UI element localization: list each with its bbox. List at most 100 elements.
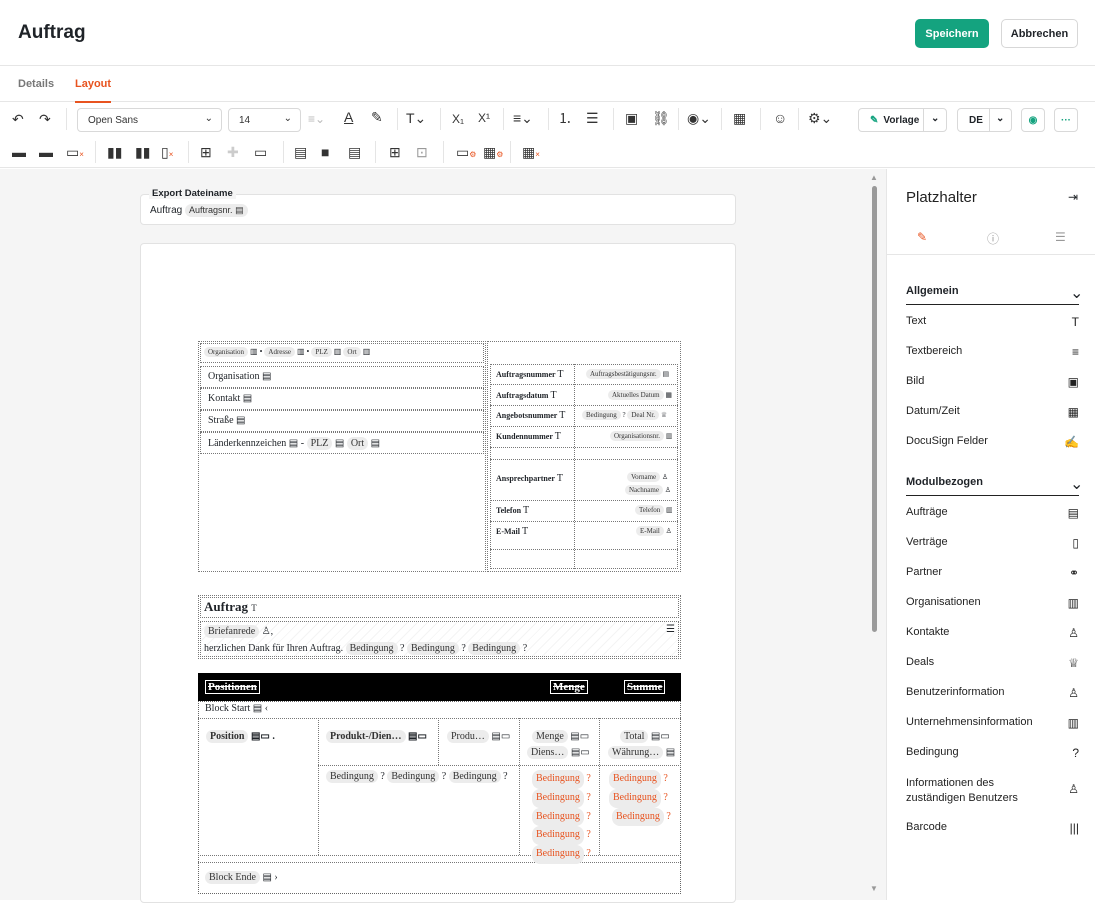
panel-section-modulbezogen[interactable]: Modulbezogen: [906, 476, 1079, 496]
delete-row-icon[interactable]: ▭×: [66, 144, 84, 163]
table-footer-icon[interactable]: ▤: [348, 144, 361, 160]
cell-props-icon[interactable]: ▭⚙: [456, 144, 476, 163]
placeholder-item[interactable]: Informationen des zuständigen Benutzers ♙: [906, 776, 1079, 806]
block-end[interactable]: Block Ende ▤ ›: [205, 871, 278, 884]
line-height-icon[interactable]: ≡⌄: [308, 111, 325, 127]
scrollbar[interactable]: [872, 186, 877, 632]
emoji-icon[interactable]: ☺: [773, 110, 787, 126]
info-tab-icon[interactable]: ⓘ: [987, 230, 999, 247]
salutation[interactable]: Briefanrede ♙,: [204, 625, 273, 638]
placeholder-item-icon: ⚭: [1068, 566, 1079, 580]
placeholder-item[interactable]: Benutzerinformation ♙: [906, 686, 1079, 700]
highlight-icon[interactable]: ✎: [371, 109, 383, 125]
placeholder-item[interactable]: Bedingung?: [906, 746, 1079, 760]
placeholder-item-label: DocuSign Felder: [906, 435, 988, 447]
insert-col-left-icon[interactable]: ▮▮: [107, 144, 122, 160]
placeholder-item-label: Organisationen: [906, 596, 981, 608]
delete-col-icon[interactable]: ▯×: [161, 144, 173, 163]
bullet-list-icon[interactable]: ☰: [586, 110, 599, 126]
address-country-line[interactable]: Länderkennzeichen ▤ - PLZ ▤ Ort ▤: [208, 437, 380, 450]
placeholder-item[interactable]: Unternehmensinformation ▥: [906, 716, 1079, 730]
font-family-select[interactable]: Open Sans ⌄: [77, 108, 222, 132]
image-icon[interactable]: ▣: [625, 110, 638, 126]
toolbar-row-1: ↶ ↷ Open Sans ⌄ 14 ⌄ ≡⌄ A ✎ T⌄ X₁ X¹ ≡⌄ ⒈ …: [0, 102, 1095, 136]
scroll-down-icon[interactable]: ▼: [870, 884, 878, 893]
undo-icon[interactable]: ↶: [12, 111, 24, 127]
placeholder-item[interactable]: Bild ▣: [906, 375, 1079, 389]
list-tab-icon[interactable]: ☰: [1055, 230, 1066, 244]
placeholder-item-icon: ♙: [1068, 686, 1079, 700]
text-color-icon[interactable]: A: [344, 109, 353, 125]
split-cells-icon[interactable]: ✚: [227, 144, 239, 160]
address-kontakt[interactable]: Kontakt ▤: [208, 393, 252, 404]
placeholder-item[interactable]: Textbereich ≡: [906, 345, 1079, 359]
placeholder-item-label: Bedingung: [906, 746, 959, 758]
placeholder-item-icon: |||: [1069, 821, 1079, 835]
placeholder-item[interactable]: Aufträge ▤: [906, 506, 1079, 520]
table-props-icon[interactable]: ▦⚙: [483, 144, 503, 163]
placeholder-item[interactable]: Datum/Zeit ▦: [906, 405, 1079, 419]
subscript-icon[interactable]: X₁: [452, 111, 464, 127]
placeholder-item-label: Informationen des zuständigen Benutzers: [906, 777, 1018, 804]
positions-table-header[interactable]: [198, 673, 681, 701]
text-style-icon[interactable]: T⌄: [406, 110, 426, 126]
address-strasse[interactable]: Straße ▤: [208, 415, 246, 426]
panel-title: Platzhalter: [906, 189, 977, 206]
placeholder-item-icon: ≡: [1071, 345, 1079, 359]
language-select[interactable]: DE ⌄: [957, 108, 1012, 132]
placeholder-item-icon: ?: [1072, 746, 1079, 760]
placeholder-item[interactable]: Deals ♕: [906, 656, 1079, 670]
placeholder-item[interactable]: Kontakte ♙: [906, 626, 1079, 640]
table-fill-icon[interactable]: ■: [321, 144, 329, 160]
panel-section-allgemein[interactable]: Allgemein: [906, 285, 1079, 305]
placeholder-item-icon: ▥: [1067, 596, 1079, 610]
address-organisation[interactable]: Organisation ▤: [208, 371, 271, 382]
scroll-up-icon[interactable]: ▲: [870, 173, 878, 182]
tab-details[interactable]: Details: [18, 78, 54, 90]
ordered-list-icon[interactable]: ⒈: [558, 110, 572, 126]
placeholder-item[interactable]: DocuSign Felder ✍: [906, 435, 1079, 449]
gear-icon[interactable]: ⚙⌄: [808, 110, 832, 126]
insert-row-below-icon[interactable]: ▬: [39, 144, 53, 160]
menu-icon[interactable]: ☰: [666, 624, 675, 635]
merge-cells-icon[interactable]: ⊞: [200, 144, 212, 160]
superscript-icon[interactable]: X¹: [478, 110, 490, 126]
link-icon[interactable]: ⛓: [652, 110, 670, 126]
save-button[interactable]: Speichern: [915, 19, 989, 48]
placeholder-item[interactable]: Barcode |||: [906, 821, 1079, 835]
placeholder-item-icon: ▦: [1067, 405, 1079, 419]
edit-tab-icon[interactable]: ✎: [917, 230, 927, 244]
thanks-line[interactable]: herzlichen Dank für Ihren Auftrag. Bedin…: [204, 642, 527, 655]
preview-eye-button[interactable]: ◉: [1021, 108, 1045, 132]
collapse-panel-icon[interactable]: ⇥: [1068, 190, 1078, 204]
insert-row-above-icon[interactable]: ▬: [12, 144, 26, 160]
placeholder-item[interactable]: Verträge ▯: [906, 536, 1079, 550]
add-cell-icon[interactable]: ▭: [254, 144, 267, 160]
table-icon[interactable]: ▦: [733, 110, 746, 126]
vorlage-button[interactable]: ✎ Vorlage ⌄: [858, 108, 947, 132]
insert-col-right-icon[interactable]: ▮▮: [135, 144, 150, 160]
placeholder-item-icon: ▯: [1072, 536, 1079, 550]
address-line: Organisation ▥ • Adresse ▥ • PLZ ▥ Ort ▥: [204, 347, 370, 357]
placeholder-item[interactable]: Partner ⚭: [906, 566, 1079, 580]
cancel-button[interactable]: Abbrechen: [1001, 19, 1078, 48]
placeholder-item-icon: ♙: [1068, 782, 1079, 796]
eye-icon[interactable]: ◉⌄: [687, 110, 711, 126]
font-size-select[interactable]: 14 ⌄: [228, 108, 301, 132]
section-heading[interactable]: Auftrag T: [204, 599, 257, 615]
tab-layout[interactable]: Layout: [75, 78, 112, 103]
table-header-icon[interactable]: ▤: [294, 144, 307, 160]
placeholder-chip[interactable]: Auftragsnr. ▤: [185, 204, 248, 217]
placeholder-item-icon: T: [1071, 315, 1079, 329]
redo-icon[interactable]: ↷: [39, 111, 51, 127]
placeholder-item[interactable]: Text T: [906, 315, 1079, 329]
placeholder-item[interactable]: Organisationen ▥: [906, 596, 1079, 610]
table-borders-icon[interactable]: ⊞: [389, 144, 401, 160]
delete-table-icon[interactable]: ▦×: [522, 144, 540, 163]
block-start[interactable]: Block Start ▤ ‹: [205, 703, 268, 714]
chevron-down-icon: ⌄: [1070, 476, 1084, 493]
table-no-borders-icon[interactable]: ⊡: [416, 144, 428, 160]
more-button[interactable]: ···: [1054, 108, 1078, 132]
placeholder-item-icon: ▥: [1067, 716, 1079, 730]
align-icon[interactable]: ≡⌄: [513, 110, 533, 126]
